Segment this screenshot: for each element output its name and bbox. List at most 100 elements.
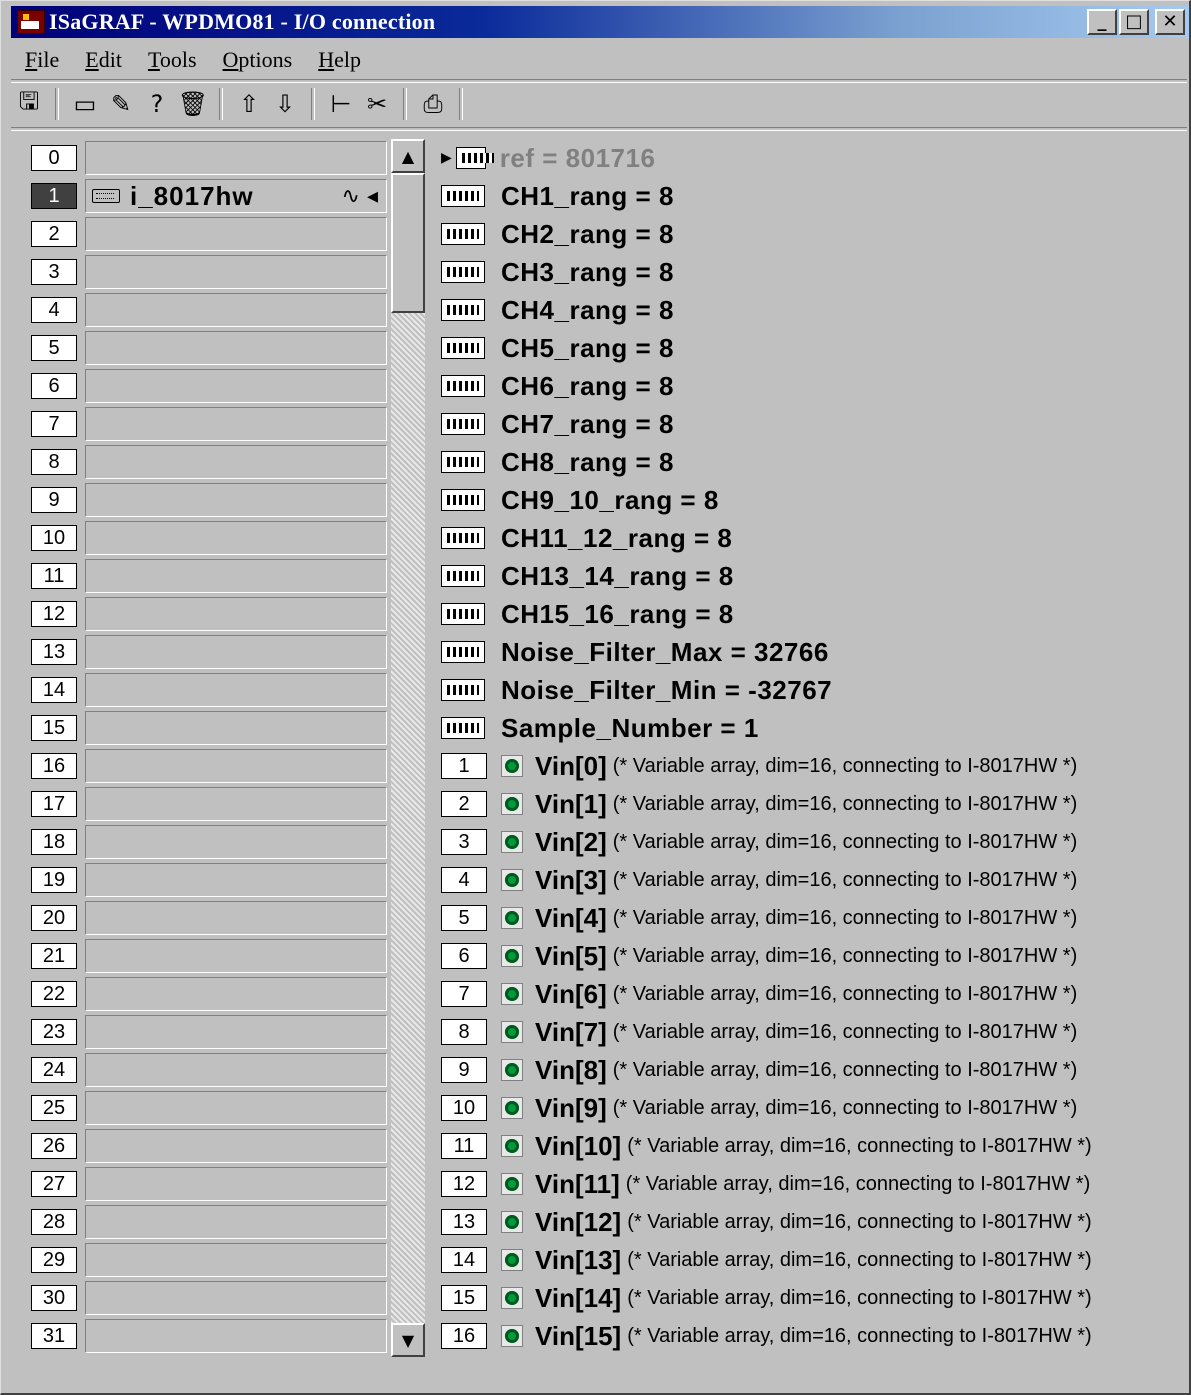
expand-arrow-icon[interactable]: ▶ bbox=[441, 150, 452, 166]
slot-number[interactable]: 1 bbox=[31, 183, 77, 209]
scroll-thumb[interactable] bbox=[391, 173, 425, 313]
param-row[interactable]: CH2_rang = 8 bbox=[441, 215, 1181, 253]
slot-row[interactable]: 10 bbox=[29, 519, 389, 557]
channel-row[interactable]: 5 Vin[4] (* Variable array, dim=16, connec… bbox=[441, 899, 1181, 937]
slot-number[interactable]: 25 bbox=[31, 1095, 77, 1121]
slot-number[interactable]: 7 bbox=[31, 411, 77, 437]
channel-row[interactable]: 15 Vin[14] (* Variable array, dim=16, conn… bbox=[441, 1279, 1181, 1317]
channel-number[interactable]: 2 bbox=[441, 791, 487, 817]
slot-row[interactable]: 3 bbox=[29, 253, 389, 291]
slot-board-cell[interactable] bbox=[85, 1129, 387, 1163]
slot-number[interactable]: 17 bbox=[31, 791, 77, 817]
slot-board-cell[interactable] bbox=[85, 1167, 387, 1201]
slot-board-cell[interactable] bbox=[85, 255, 387, 289]
board-ref-row[interactable]: ▶ ref = 801716 bbox=[441, 139, 1181, 177]
slot-row[interactable]: 29 bbox=[29, 1241, 389, 1279]
slot-row[interactable]: 31 bbox=[29, 1317, 389, 1355]
slot-row[interactable]: 7 bbox=[29, 405, 389, 443]
help-board-icon[interactable]: ? bbox=[139, 87, 175, 121]
slot-number[interactable]: 26 bbox=[31, 1133, 77, 1159]
slot-number[interactable]: 3 bbox=[31, 259, 77, 285]
slot-board-cell[interactable] bbox=[85, 559, 387, 593]
slot-number[interactable]: 31 bbox=[31, 1323, 77, 1349]
minimize-button[interactable]: _ bbox=[1087, 9, 1117, 35]
channel-number[interactable]: 11 bbox=[441, 1133, 487, 1159]
slot-board-cell[interactable] bbox=[85, 749, 387, 783]
slot-board-cell[interactable] bbox=[85, 1205, 387, 1239]
print-icon[interactable]: ⎙ bbox=[415, 87, 451, 121]
slot-row[interactable]: 16 bbox=[29, 747, 389, 785]
slot-row[interactable]: 21 bbox=[29, 937, 389, 975]
slot-number[interactable]: 15 bbox=[31, 715, 77, 741]
tree-icon[interactable]: ⊢ bbox=[323, 87, 359, 121]
slot-number[interactable]: 24 bbox=[31, 1057, 77, 1083]
slot-board-cell[interactable] bbox=[85, 901, 387, 935]
channel-row[interactable]: 7 Vin[6] (* Variable array, dim=16, connec… bbox=[441, 975, 1181, 1013]
slot-number[interactable]: 11 bbox=[31, 563, 77, 589]
move-up-icon[interactable]: ⇧ bbox=[231, 87, 267, 121]
menu-file[interactable]: File bbox=[11, 47, 71, 73]
slot-row[interactable]: 23 bbox=[29, 1013, 389, 1051]
slot-row[interactable]: 15 bbox=[29, 709, 389, 747]
slot-row[interactable]: 22 bbox=[29, 975, 389, 1013]
title-bar[interactable]: ISaGRAF - WPDMO81 - I/O connection _ □ ✕ bbox=[11, 6, 1189, 38]
slot-board-cell[interactable] bbox=[85, 711, 387, 745]
slot-number[interactable]: 4 bbox=[31, 297, 77, 323]
slot-row[interactable]: 5 bbox=[29, 329, 389, 367]
param-row[interactable]: CH4_rang = 8 bbox=[441, 291, 1181, 329]
slot-row[interactable]: 26 bbox=[29, 1127, 389, 1165]
slot-row[interactable]: 11 bbox=[29, 557, 389, 595]
slot-board-cell[interactable] bbox=[85, 1281, 387, 1315]
slot-number[interactable]: 6 bbox=[31, 373, 77, 399]
slot-number[interactable]: 13 bbox=[31, 639, 77, 665]
slot-board-cell[interactable] bbox=[85, 407, 387, 441]
slot-board-cell[interactable] bbox=[85, 293, 387, 327]
channel-number[interactable]: 1 bbox=[441, 753, 487, 779]
slot-number[interactable]: 29 bbox=[31, 1247, 77, 1273]
slot-number[interactable]: 14 bbox=[31, 677, 77, 703]
slot-number[interactable]: 16 bbox=[31, 753, 77, 779]
channel-number[interactable]: 3 bbox=[441, 829, 487, 855]
channel-number[interactable]: 7 bbox=[441, 981, 487, 1007]
channel-row[interactable]: 13 Vin[12] (* Variable array, dim=16, conn… bbox=[441, 1203, 1181, 1241]
slot-board-cell[interactable] bbox=[85, 787, 387, 821]
channel-row[interactable]: 11 Vin[10] (* Variable array, dim=16, conn… bbox=[441, 1127, 1181, 1165]
slot-board-cell[interactable] bbox=[85, 141, 387, 175]
slot-board-cell[interactable] bbox=[85, 445, 387, 479]
param-row[interactable]: CH9_10_rang = 8 bbox=[441, 481, 1181, 519]
slot-number[interactable]: 5 bbox=[31, 335, 77, 361]
channel-row[interactable]: 3 Vin[2] (* Variable array, dim=16, connec… bbox=[441, 823, 1181, 861]
slot-row[interactable]: 27 bbox=[29, 1165, 389, 1203]
channel-number[interactable]: 4 bbox=[441, 867, 487, 893]
channel-row[interactable]: 2 Vin[1] (* Variable array, dim=16, connec… bbox=[441, 785, 1181, 823]
board-icon[interactable]: ▭ bbox=[67, 87, 103, 121]
param-row[interactable]: Noise_Filter_Min = -32767 bbox=[441, 671, 1181, 709]
slot-number[interactable]: 2 bbox=[31, 221, 77, 247]
slot-row[interactable]: 8 bbox=[29, 443, 389, 481]
slot-row[interactable]: 19 bbox=[29, 861, 389, 899]
slot-board-cell[interactable] bbox=[85, 483, 387, 517]
channel-row[interactable]: 9 Vin[8] (* Variable array, dim=16, connec… bbox=[441, 1051, 1181, 1089]
slot-board-cell[interactable] bbox=[85, 863, 387, 897]
slot-board-cell[interactable] bbox=[85, 939, 387, 973]
slot-number[interactable]: 23 bbox=[31, 1019, 77, 1045]
slot-board-cell[interactable]: i_8017hw ∿ ◂ bbox=[85, 179, 387, 213]
slot-row[interactable]: 25 bbox=[29, 1089, 389, 1127]
param-row[interactable]: CH6_rang = 8 bbox=[441, 367, 1181, 405]
move-down-icon[interactable]: ⇩ bbox=[267, 87, 303, 121]
scroll-down-button[interactable]: ▼ bbox=[391, 1323, 425, 1357]
slot-row[interactable]: 6 bbox=[29, 367, 389, 405]
channel-row[interactable]: 4 Vin[3] (* Variable array, dim=16, connec… bbox=[441, 861, 1181, 899]
scroll-up-button[interactable]: ▲ bbox=[391, 139, 425, 173]
channel-row[interactable]: 6 Vin[5] (* Variable array, dim=16, connec… bbox=[441, 937, 1181, 975]
param-row[interactable]: CH11_12_rang = 8 bbox=[441, 519, 1181, 557]
channel-number[interactable]: 9 bbox=[441, 1057, 487, 1083]
menu-edit[interactable]: Edit bbox=[71, 47, 134, 73]
slot-row[interactable]: 18 bbox=[29, 823, 389, 861]
channel-number[interactable]: 6 bbox=[441, 943, 487, 969]
edit-board-icon[interactable]: ✎ bbox=[103, 87, 139, 121]
slot-number[interactable]: 20 bbox=[31, 905, 77, 931]
slot-row[interactable]: 1 i_8017hw ∿ ◂ bbox=[29, 177, 389, 215]
param-row[interactable]: Sample_Number = 1 bbox=[441, 709, 1181, 747]
slot-board-cell[interactable] bbox=[85, 673, 387, 707]
